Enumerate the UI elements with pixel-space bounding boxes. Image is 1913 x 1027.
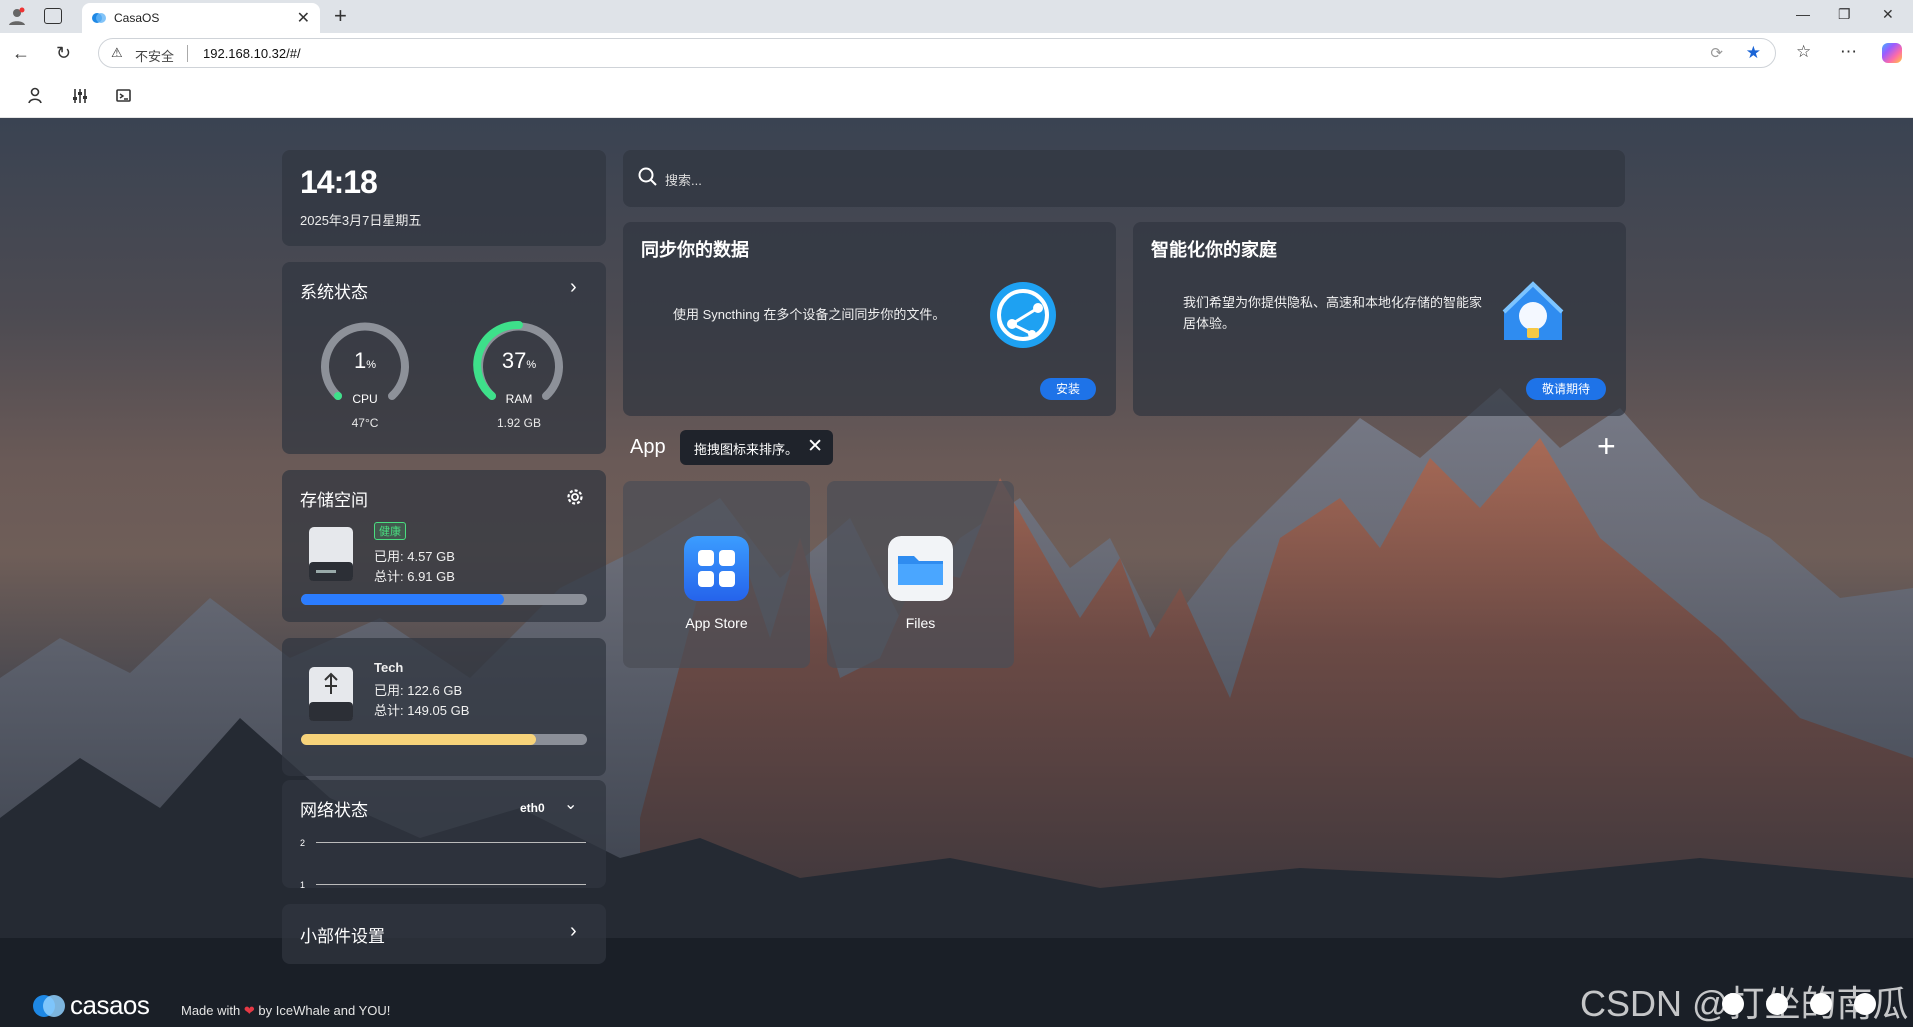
url-field[interactable]: ⚠ 不安全 192.168.10.32/#/ ⟳ ★ — [98, 38, 1776, 68]
widget-settings-title: 小部件设置 — [300, 927, 385, 946]
clock-date: 2025年3月7日星期五 — [300, 213, 422, 228]
sync-promo-desc: 使用 Syncthing 在多个设备之间同步你的文件。 — [673, 307, 946, 322]
casaos-logo-text: casaos — [70, 990, 150, 1020]
warning-icon[interactable]: ⚠ — [111, 45, 123, 61]
made-with-label: Made with — [181, 1003, 241, 1018]
usb-storage-widget: Tech 已用: 122.6 GB 总计: 149.05 GB — [282, 638, 606, 776]
ram-value: 37% — [501, 348, 537, 373]
search-bar[interactable]: 搜索... — [623, 150, 1625, 207]
add-app-button[interactable]: + — [1597, 428, 1616, 465]
hard-drive-icon — [309, 527, 353, 581]
app-store-icon — [684, 536, 749, 601]
install-button[interactable]: 安装 — [1040, 378, 1096, 400]
favorites-icon[interactable]: ☆ — [1796, 42, 1811, 62]
made-by-label: by IceWhale and YOU! — [258, 1003, 391, 1018]
app-section-title: App — [630, 436, 666, 458]
usb-drive-icon — [309, 667, 353, 721]
tab-title: CasaOS — [114, 11, 160, 25]
browser-tab[interactable]: CasaOS ✕ — [82, 3, 320, 33]
network-title: 网络状态 — [300, 801, 368, 820]
cpu-label: CPU — [352, 392, 378, 406]
storage-usage-bar — [301, 594, 587, 605]
new-tab-icon[interactable]: + — [334, 3, 347, 29]
minimize-icon[interactable]: — — [1796, 6, 1810, 22]
copilot-icon[interactable] — [1882, 43, 1902, 63]
casaos-favicon-icon — [92, 13, 106, 23]
storage-settings-icon[interactable] — [566, 488, 584, 506]
sync-promo-card: 同步你的数据 使用 Syncthing 在多个设备之间同步你的文件。 安装 — [623, 222, 1116, 416]
app-tile-app-store[interactable]: App Store — [623, 481, 810, 668]
smart-home-promo-desc: 我们希望为你提供隐私、高速和本地化存储的智能家居体验。 — [1183, 295, 1483, 331]
usb-used: 已用: 122.6 GB — [374, 683, 463, 698]
community-icon[interactable] — [1766, 993, 1788, 1015]
network-gridline — [316, 884, 586, 885]
search-icon — [638, 167, 657, 186]
health-badge: 健康 — [374, 522, 406, 540]
usb-total: 总计: 149.05 GB — [374, 703, 470, 718]
insecure-label[interactable]: 不安全 — [135, 46, 174, 65]
storage-total: 总计: 6.91 GB — [374, 569, 455, 584]
clock-widget: 14:18 2025年3月7日星期五 — [282, 150, 606, 246]
sync-promo-title: 同步你的数据 — [641, 240, 749, 260]
system-status-widget: 系统状态 › 1% CPU 47°C 37% RAM 1.92 GB — [282, 262, 606, 454]
close-tooltip-icon[interactable]: ✕ — [807, 435, 823, 458]
cpu-value: 1% — [353, 348, 377, 373]
close-tab-icon[interactable]: ✕ — [297, 8, 310, 28]
made-with-text: Made with ❤ by IceWhale and YOU! — [181, 1003, 390, 1019]
ram-label: RAM — [505, 392, 533, 406]
network-tick-bottom: 1 — [300, 880, 306, 890]
smart-home-icon — [1502, 281, 1564, 340]
network-interface[interactable]: eth0 — [520, 801, 545, 815]
close-window-icon[interactable]: ✕ — [1882, 6, 1894, 23]
back-icon[interactable]: ← — [12, 43, 30, 64]
drag-sort-tooltip: 拖拽图标来排序。 ✕ — [680, 430, 833, 465]
github-icon[interactable] — [1810, 993, 1832, 1015]
network-gridline — [316, 842, 586, 843]
url-separator — [187, 45, 188, 62]
ram-used: 1.92 GB — [496, 416, 542, 430]
settings-sliders-icon[interactable] — [71, 87, 89, 105]
network-widget: 网络状态 eth0 ⌄ 2 1 — [282, 780, 606, 890]
reload-icon[interactable]: ↻ — [56, 43, 71, 64]
favorite-star-icon[interactable]: ★ — [1746, 43, 1761, 63]
translate-icon[interactable]: ⟳ — [1710, 44, 1723, 62]
chevron-right-icon[interactable]: › — [570, 920, 577, 943]
syncthing-icon — [990, 282, 1056, 348]
network-tick-top: 2 — [300, 838, 306, 848]
browser-tab-bar: CasaOS ✕ + — ❐ ✕ — [0, 0, 1913, 33]
storage-widget: 存储空间 健康 已用: 4.57 GB 总计: 6.91 GB — [282, 470, 606, 622]
feedback-icon[interactable] — [1722, 993, 1744, 1015]
discord-icon[interactable] — [1854, 993, 1876, 1015]
smart-home-promo-card: 智能化你的家庭 我们希望为你提供隐私、高速和本地化存储的智能家居体验。 敬请期待 — [1133, 222, 1626, 416]
widget-settings[interactable]: 小部件设置 › — [282, 904, 606, 964]
search-input[interactable]: 搜索... — [665, 170, 702, 189]
more-icon[interactable]: ⋯ — [1840, 42, 1857, 62]
casaos-logo[interactable]: casaos — [30, 990, 170, 1025]
files-folder-icon — [888, 536, 953, 601]
chevron-down-icon[interactable]: ⌄ — [564, 794, 577, 814]
account-icon[interactable] — [27, 87, 45, 105]
terminal-icon[interactable] — [115, 87, 133, 105]
usb-name: Tech — [374, 660, 404, 675]
chevron-right-icon[interactable]: › — [570, 276, 577, 299]
clock-time: 14:18 — [300, 164, 378, 200]
address-bar: ← ↻ ⚠ 不安全 192.168.10.32/#/ ⟳ ★ ☆ ⋯ — [0, 33, 1913, 73]
app-name: App Store — [685, 615, 748, 631]
smart-home-promo-title: 智能化你的家庭 — [1151, 240, 1277, 260]
app-tile-files[interactable]: Files — [827, 481, 1014, 668]
tooltip-text: 拖拽图标来排序。 — [694, 442, 799, 457]
restore-icon[interactable]: ❐ — [1838, 6, 1851, 23]
heart-icon: ❤ — [243, 1003, 255, 1018]
system-status-title: 系统状态 — [300, 283, 368, 302]
casaos-top-bar — [0, 73, 1913, 118]
url-text[interactable]: 192.168.10.32/#/ — [203, 46, 301, 61]
profile-icon[interactable] — [8, 7, 26, 25]
app-name: Files — [905, 615, 936, 631]
tab-actions-icon[interactable] — [44, 8, 62, 24]
usb-usage-bar — [301, 734, 587, 745]
storage-title: 存储空间 — [300, 491, 368, 510]
coming-soon-button[interactable]: 敬请期待 — [1526, 378, 1606, 400]
cpu-temp: 47°C — [351, 416, 379, 430]
storage-used: 已用: 4.57 GB — [374, 549, 455, 564]
